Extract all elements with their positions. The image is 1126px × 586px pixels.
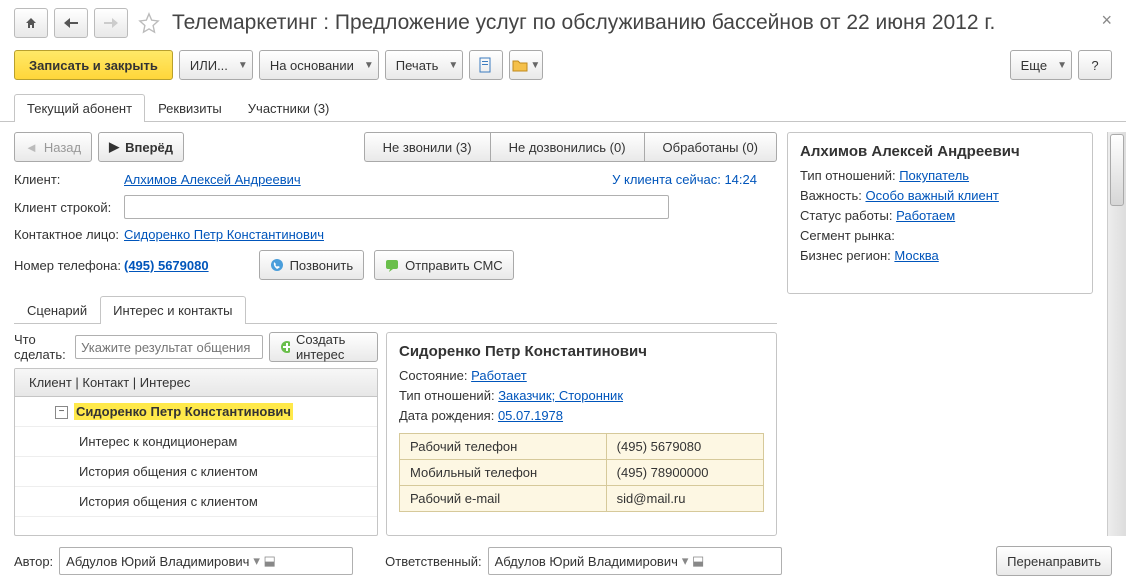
tab-current-subscriber[interactable]: Текущий абонент [14,94,145,122]
contact-details-panel: Сидоренко Петр Константинович Состояние:… [386,332,777,536]
contact-dob-link[interactable]: 05.07.1978 [498,408,563,423]
home-button[interactable] [14,8,48,38]
favorite-icon[interactable] [138,12,160,34]
help-button[interactable]: ? [1078,50,1112,80]
todo-label: Что сделать: [14,332,69,362]
tab-interest-contacts[interactable]: Интерес и контакты [100,296,245,324]
todo-input[interactable] [75,335,263,359]
sms-icon [385,258,399,272]
responsible-label: Ответственный: [385,554,481,569]
client-region-link[interactable]: Москва [894,248,938,263]
call-button[interactable]: Позвонить [259,250,365,280]
client-rel-link[interactable]: Покупатель [899,168,969,183]
client-importance-link[interactable]: Особо важный клиент [865,188,998,203]
table-row: Мобильный телефон(495) 78900000 [400,460,764,486]
contact-label: Контактное лицо: [14,227,124,242]
plus-icon [280,340,290,354]
redirect-button[interactable]: Перенаправить [996,546,1112,576]
chevron-down-icon: ▼ [364,60,374,71]
contact-rel-link[interactable]: Заказчик; Сторонник [498,388,623,403]
tree-row[interactable]: Интерес к кондиционерам [15,427,377,457]
window-title: Телемаркетинг : Предложение услуг по обс… [172,11,995,35]
save-close-button[interactable]: Записать и закрыть [14,50,173,80]
contact-state-link[interactable]: Работает [471,368,527,383]
tree-row[interactable]: История общения с клиентом [15,457,377,487]
open-icon[interactable]: ▾ ⬓ [253,553,275,569]
client-status-link[interactable]: Работаем [896,208,955,223]
chevron-down-icon: ▼ [238,60,248,71]
create-interest-button[interactable]: Создать интерес [269,332,378,362]
client-time: У клиента сейчас: 14:24 [612,172,757,187]
tab-participants[interactable]: Участники (3) [235,94,343,122]
tree-header: Клиент | Контакт | Интерес [15,369,377,397]
tree-row[interactable]: −Сидоренко Петр Константинович [15,397,377,427]
open-icon[interactable]: ▾ ⬓ [682,553,704,569]
client-string-label: Клиент строкой: [14,200,124,215]
client-link[interactable]: Алхимов Алексей Андреевич [124,172,301,187]
or-dropdown[interactable]: ИЛИ...▼ [179,50,253,80]
filter-not-called[interactable]: Не звонили (3) [364,132,490,162]
doc-icon-button[interactable] [469,50,503,80]
client-string-input[interactable] [124,195,669,219]
based-on-dropdown[interactable]: На основании▼ [259,50,379,80]
filter-no-answer[interactable]: Не дозвонились (0) [490,132,644,162]
close-icon[interactable]: × [1101,10,1112,31]
author-label: Автор: [14,554,53,569]
print-dropdown[interactable]: Печать▼ [385,50,464,80]
table-row: Рабочий телефон(495) 5679080 [400,434,764,460]
client-name-heading: Алхимов Алексей Андреевич [800,143,1080,160]
filter-processed[interactable]: Обработаны (0) [644,132,777,162]
author-dropdown[interactable]: Абдулов Юрий Владимирович▾ ⬓ [59,547,353,575]
tab-requisites[interactable]: Реквизиты [145,94,235,122]
phone-icon [270,258,284,272]
forward-button[interactable] [94,8,128,38]
more-dropdown[interactable]: Еще▼ [1010,50,1072,80]
contact-info-table: Рабочий телефон(495) 5679080 Мобильный т… [399,433,764,512]
back-button[interactable] [54,8,88,38]
next-button[interactable]: ▶Вперёд [98,132,184,162]
tree-row[interactable]: История общения с клиентом [15,487,377,517]
table-row: Рабочий e-mailsid@mail.ru [400,486,764,512]
chevron-down-icon: ▼ [1057,60,1067,71]
folder-icon-button[interactable]: ▼ [509,50,543,80]
client-label: Клиент: [14,172,124,187]
phone-link[interactable]: (495) 5679080 [124,258,209,273]
scroll-thumb[interactable] [1110,134,1124,206]
contact-link[interactable]: Сидоренко Петр Константинович [124,227,324,242]
contact-name-heading: Сидоренко Петр Константинович [399,343,764,360]
chevron-down-icon: ▼ [448,60,458,71]
tab-scenario[interactable]: Сценарий [14,296,100,324]
collapse-icon[interactable]: − [55,406,68,419]
triangle-left-icon: ◄ [25,140,38,155]
contact-tree[interactable]: Клиент | Контакт | Интерес −Сидоренко Пе… [14,368,378,536]
sms-button[interactable]: Отправить СМС [374,250,514,280]
prev-button[interactable]: ◄Назад [14,132,92,162]
client-details-panel: Алхимов Алексей Андреевич Тип отношений:… [787,132,1093,294]
triangle-right-icon: ▶ [109,139,119,155]
scrollbar[interactable] [1107,132,1126,536]
responsible-dropdown[interactable]: Абдулов Юрий Владимирович▾ ⬓ [488,547,782,575]
phone-label: Номер телефона: [14,258,124,273]
